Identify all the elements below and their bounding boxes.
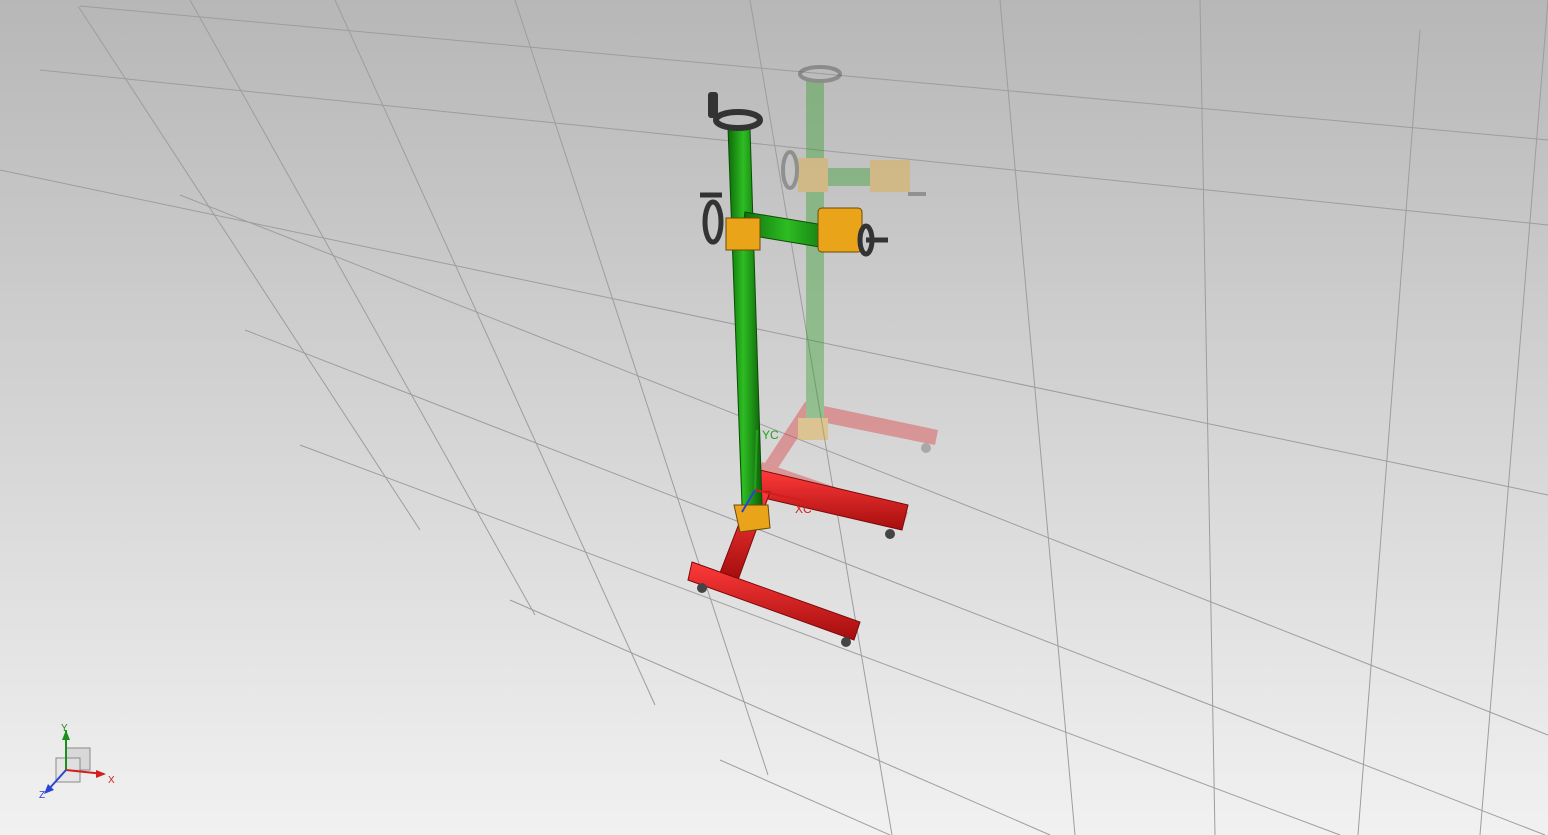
- ghost-arm-head: [870, 160, 910, 192]
- viewport-background: [0, 0, 1548, 835]
- triad-y-label: Y: [61, 723, 68, 734]
- xc-axis-label: XC: [795, 502, 812, 516]
- graphics-viewport[interactable]: YC XC Y X Z: [0, 0, 1548, 835]
- caster-front-left: [697, 583, 707, 593]
- ghost-column-base-fitting: [798, 418, 828, 440]
- yc-axis-label: YC: [762, 428, 779, 442]
- ghost-caster: [921, 443, 931, 453]
- column-base-fitting[interactable]: [733, 504, 771, 533]
- ghost-arm-clamp: [798, 158, 828, 192]
- 3d-scene[interactable]: YC XC Y X Z: [0, 0, 1548, 835]
- caster-front-right: [841, 637, 851, 647]
- ghost-column: [806, 80, 824, 425]
- top-handwheel-handle: [708, 92, 718, 118]
- triad-x-label: X: [108, 775, 115, 786]
- arm-clamp[interactable]: [725, 217, 761, 251]
- arm-head-gearbox[interactable]: [817, 207, 863, 253]
- caster-rear-right: [885, 529, 895, 539]
- triad-z-label: Z: [39, 790, 45, 801]
